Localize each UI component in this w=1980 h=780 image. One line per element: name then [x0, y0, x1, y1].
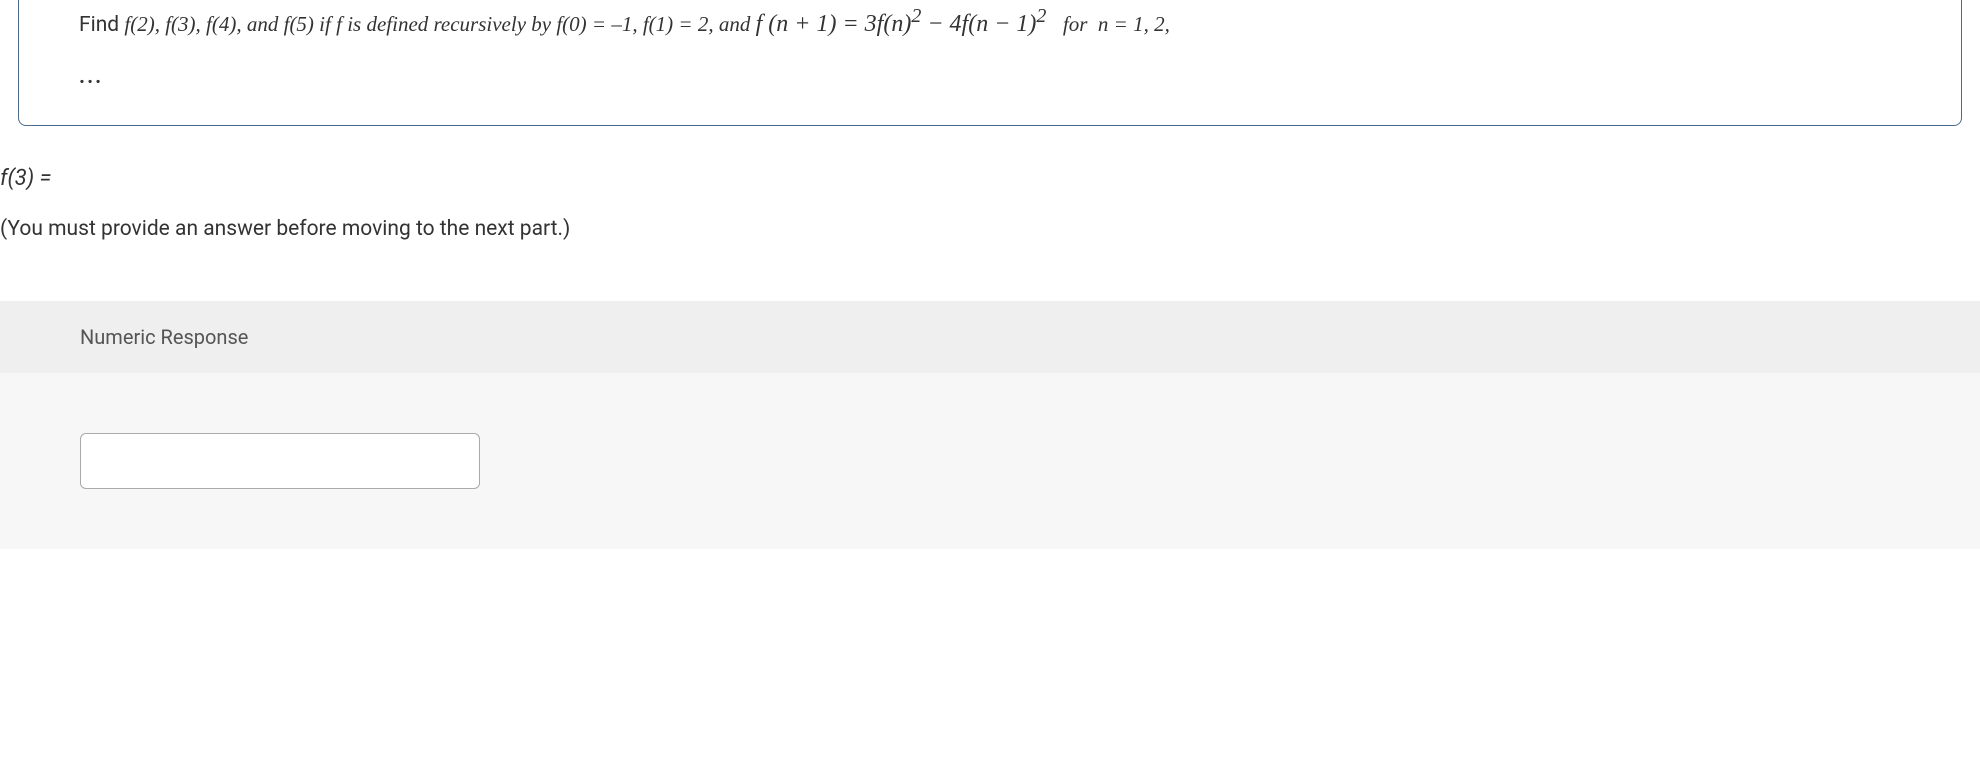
- prompt-label: f(3) =: [0, 166, 1980, 191]
- question-f3: f(3),: [165, 12, 206, 36]
- response-header: Numeric Response: [0, 301, 1980, 373]
- question-formula: f (n + 1) = 3f(n)2 − 4f(n − 1)2: [756, 11, 1053, 37]
- question-prefix: Find: [79, 13, 124, 37]
- question-f2: f(2),: [124, 12, 165, 36]
- question-f5: f(5) if: [284, 12, 337, 36]
- question-f0: f(0) = –1,: [556, 12, 643, 36]
- question-f4: f(4), and: [206, 12, 284, 36]
- prompt-section: f(3) = (You must provide an answer befor…: [0, 126, 1980, 241]
- hint-text: (You must provide an answer before movin…: [0, 217, 1980, 241]
- answer-input[interactable]: [80, 433, 480, 489]
- question-text: Find f(2), f(3), f(4), and f(5) if f is …: [79, 0, 1901, 95]
- question-ellipsis: ...: [79, 61, 1901, 95]
- response-body: [0, 373, 1980, 549]
- question-fdef: f is defined recursively by: [336, 12, 556, 36]
- question-box: Find f(2), f(3), f(4), and f(5) if f is …: [18, 0, 1962, 126]
- question-f1: f(1) = 2, and: [643, 12, 756, 36]
- response-container: Numeric Response: [0, 301, 1980, 549]
- question-suffix: for n = 1, 2,: [1052, 12, 1169, 36]
